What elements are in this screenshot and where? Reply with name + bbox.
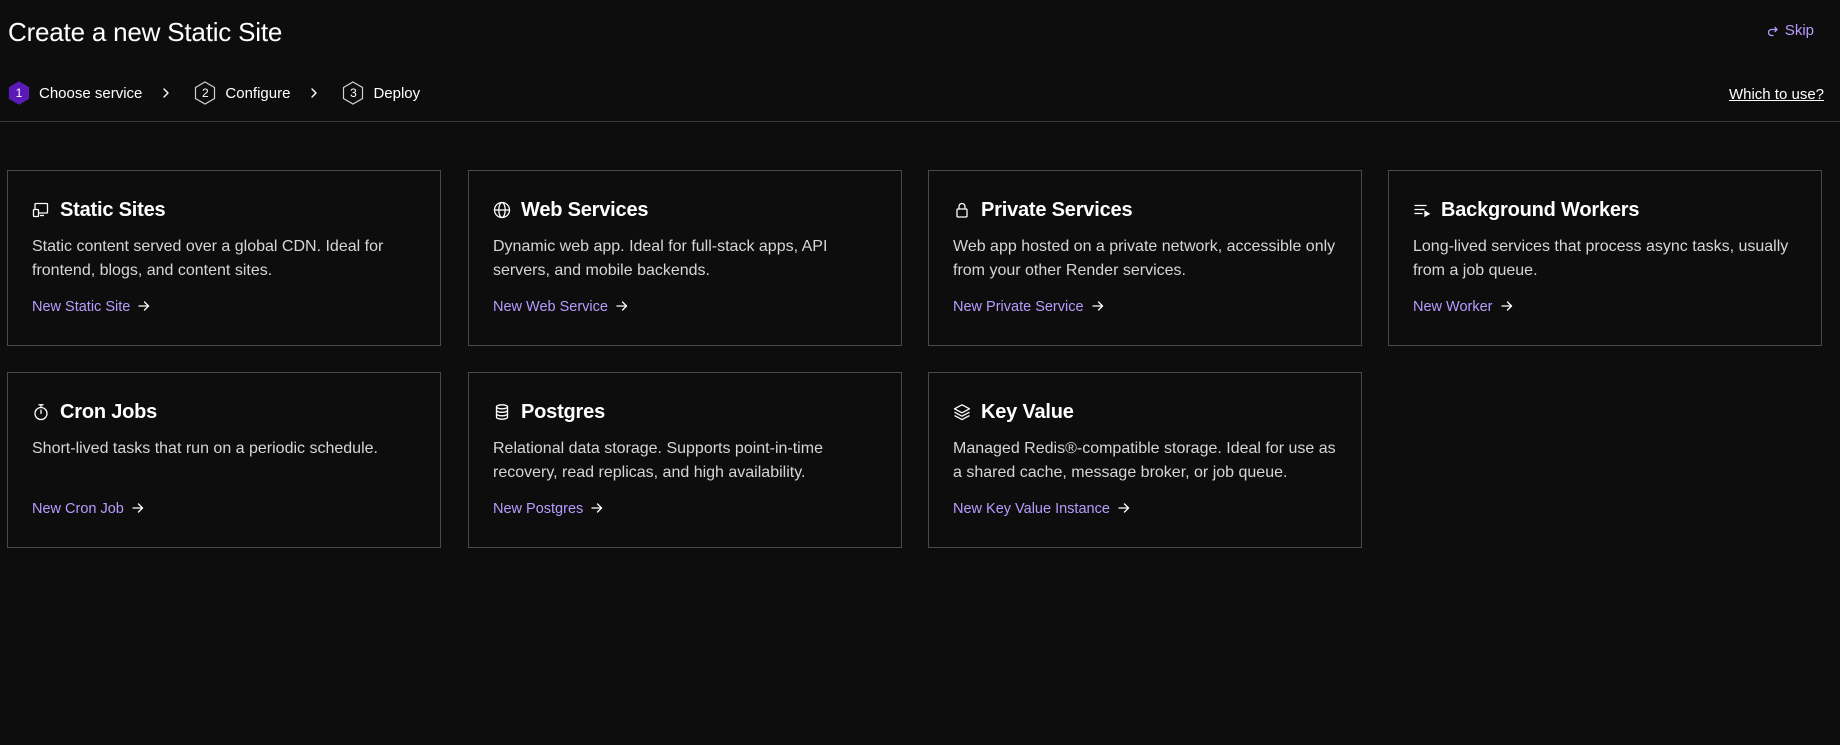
card-background-workers[interactable]: Background Workers Long-lived services t… (1388, 170, 1822, 346)
step-label: Configure (225, 84, 291, 102)
card-description: Short-lived tasks that run on a periodic… (32, 440, 378, 457)
step-label: Deploy (373, 84, 421, 102)
worker-queue-icon (1413, 201, 1431, 219)
card-web-services[interactable]: Web Services Dynamic web app. Ideal for … (468, 170, 902, 346)
chevron-right-icon (310, 87, 318, 99)
step-number-badge: 1 (8, 81, 30, 105)
divider (0, 121, 1840, 122)
header: Create a new Static Site Skip (0, 0, 1840, 64)
card-title: Static Sites (60, 198, 166, 221)
page-title: Create a new Static Site (8, 17, 283, 47)
card-static-sites[interactable]: Static Sites Static content served over … (7, 170, 441, 346)
card-description: Dynamic web app. Ideal for full-stack ap… (493, 238, 828, 279)
step-number-badge: 3 (342, 81, 364, 105)
step-label: Choose service (39, 84, 143, 102)
layers-icon (953, 403, 971, 421)
step-configure[interactable]: 2 Configure (194, 81, 290, 105)
step-number: 1 (15, 86, 23, 100)
card-link-label: New Private Service (953, 299, 1084, 315)
skip-icon (1767, 25, 1779, 37)
card-link-label: New Static Site (32, 299, 131, 315)
skip-label: Skip (1784, 22, 1814, 39)
stopwatch-icon (32, 403, 50, 421)
card-description: Relational data storage. Supports point-… (493, 440, 823, 481)
card-title: Web Services (521, 198, 649, 221)
arrow-right-icon (138, 299, 150, 315)
card-title: Background Workers (1441, 198, 1640, 221)
card-title: Cron Jobs (60, 400, 158, 423)
card-title: Key Value (981, 400, 1074, 423)
arrow-right-icon (1500, 299, 1513, 315)
arrow-right-icon (1118, 501, 1130, 517)
card-key-value[interactable]: Key Value Managed Redis®-compatible stor… (928, 372, 1362, 548)
new-web-service-link[interactable]: New Web Service (493, 299, 628, 315)
lock-icon (953, 201, 971, 219)
card-title: Postgres (521, 400, 605, 423)
arrow-right-icon (616, 299, 628, 315)
card-description: Web app hosted on a private network, acc… (953, 238, 1336, 279)
static-site-icon (32, 201, 50, 219)
arrow-right-icon (132, 501, 144, 517)
card-description: Long-lived services that process async t… (1413, 238, 1789, 279)
card-description: Managed Redis®-compatible storage. Ideal… (953, 440, 1336, 481)
new-worker-link[interactable]: New Worker (1413, 299, 1513, 315)
arrow-right-icon (1091, 299, 1104, 315)
step-number-badge: 2 (194, 81, 216, 105)
card-link-label: New Worker (1413, 299, 1493, 315)
card-private-services[interactable]: Private Services Web app hosted on a pri… (928, 170, 1362, 346)
step-number: 3 (350, 86, 357, 100)
arrow-right-icon (591, 501, 603, 517)
create-service-page: Create a new Static Site Skip 1 Choose s… (0, 0, 1840, 745)
step-choose-service[interactable]: 1 Choose service (8, 81, 142, 105)
new-private-service-link[interactable]: New Private Service (953, 299, 1104, 315)
step-number: 2 (202, 86, 209, 100)
card-description: Static content served over a global CDN.… (32, 238, 384, 279)
which-to-use-link[interactable]: Which to use? (1729, 86, 1824, 103)
chevron-right-icon (162, 87, 170, 99)
new-cron-job-link[interactable]: New Cron Job (32, 501, 144, 517)
card-link-label: New Cron Job (32, 501, 124, 517)
card-title: Private Services (981, 198, 1133, 221)
card-link-label: New Postgres (493, 501, 584, 517)
database-icon (493, 403, 511, 421)
step-deploy[interactable]: 3 Deploy (342, 81, 420, 105)
service-grid: Static Sites Static content served over … (7, 170, 1825, 550)
new-postgres-link[interactable]: New Postgres (493, 501, 603, 517)
card-link-label: New Web Service (493, 299, 608, 315)
skip-button[interactable]: Skip (1767, 22, 1814, 39)
stepper: 1 Choose service 2 Configure 3 Deploy (8, 80, 420, 106)
card-postgres[interactable]: Postgres Relational data storage. Suppor… (468, 372, 902, 548)
card-link-label: New Key Value Instance (953, 501, 1110, 517)
card-cron-jobs[interactable]: Cron Jobs Short-lived tasks that run on … (7, 372, 441, 548)
globe-icon (493, 201, 511, 219)
new-static-site-link[interactable]: New Static Site (32, 299, 150, 315)
new-key-value-link[interactable]: New Key Value Instance (953, 501, 1130, 517)
